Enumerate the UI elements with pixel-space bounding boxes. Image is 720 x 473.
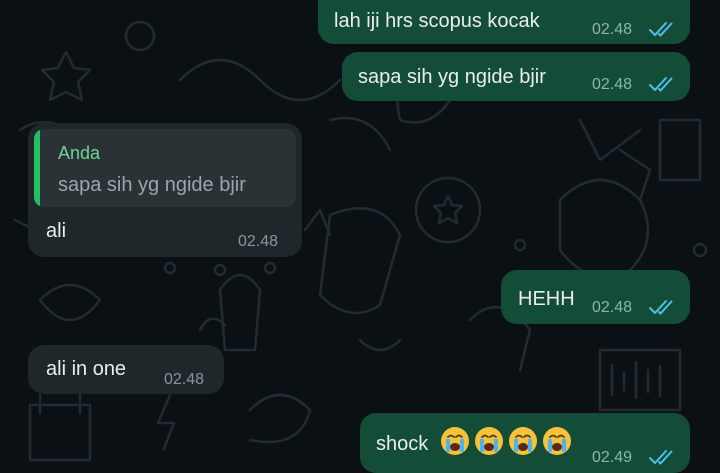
loudly-crying-face-icon bbox=[543, 427, 571, 455]
message-text: ali in one bbox=[46, 358, 127, 380]
emoji-row bbox=[440, 426, 580, 466]
message-bubble-outgoing[interactable]: HEHH 02.48 bbox=[501, 270, 690, 324]
loudly-crying-face-icon bbox=[509, 427, 537, 455]
message-text: lah iji hrs scopus kocak bbox=[334, 10, 540, 32]
message-time: 02.48 bbox=[592, 21, 633, 38]
message-time: 02.48 bbox=[164, 371, 205, 388]
quote-author: Anda bbox=[58, 143, 101, 163]
reply-quote[interactable]: Anda sapa sih yg ngide bjir bbox=[34, 129, 296, 207]
double-check-icon bbox=[649, 77, 673, 92]
message-bubble-incoming[interactable]: ali in one 02.48 bbox=[28, 345, 224, 394]
message-time: 02.48 bbox=[238, 233, 279, 250]
double-check-icon bbox=[649, 450, 673, 465]
message-text: ali bbox=[46, 220, 67, 242]
message-bubble-outgoing[interactable]: lah iji hrs scopus kocak 02.48 bbox=[318, 0, 690, 44]
message-text: shock bbox=[376, 433, 429, 455]
double-check-icon bbox=[649, 22, 673, 37]
quote-text: sapa sih yg ngide bjir bbox=[58, 174, 246, 196]
double-check-icon bbox=[649, 300, 673, 315]
message-time: 02.49 bbox=[592, 449, 633, 466]
message-time: 02.48 bbox=[592, 76, 633, 93]
message-text: sapa sih yg ngide bjir bbox=[358, 66, 546, 88]
quote-accent-bar bbox=[34, 129, 40, 207]
message-text: HEHH bbox=[518, 288, 575, 310]
message-bubble-outgoing[interactable]: sapa sih yg ngide bjir 02.48 bbox=[342, 52, 690, 101]
loudly-crying-face-icon bbox=[475, 427, 503, 455]
message-bubble-outgoing[interactable]: shock 02.49 bbox=[360, 413, 690, 473]
loudly-crying-face-icon bbox=[441, 427, 469, 455]
message-time: 02.48 bbox=[592, 299, 633, 316]
